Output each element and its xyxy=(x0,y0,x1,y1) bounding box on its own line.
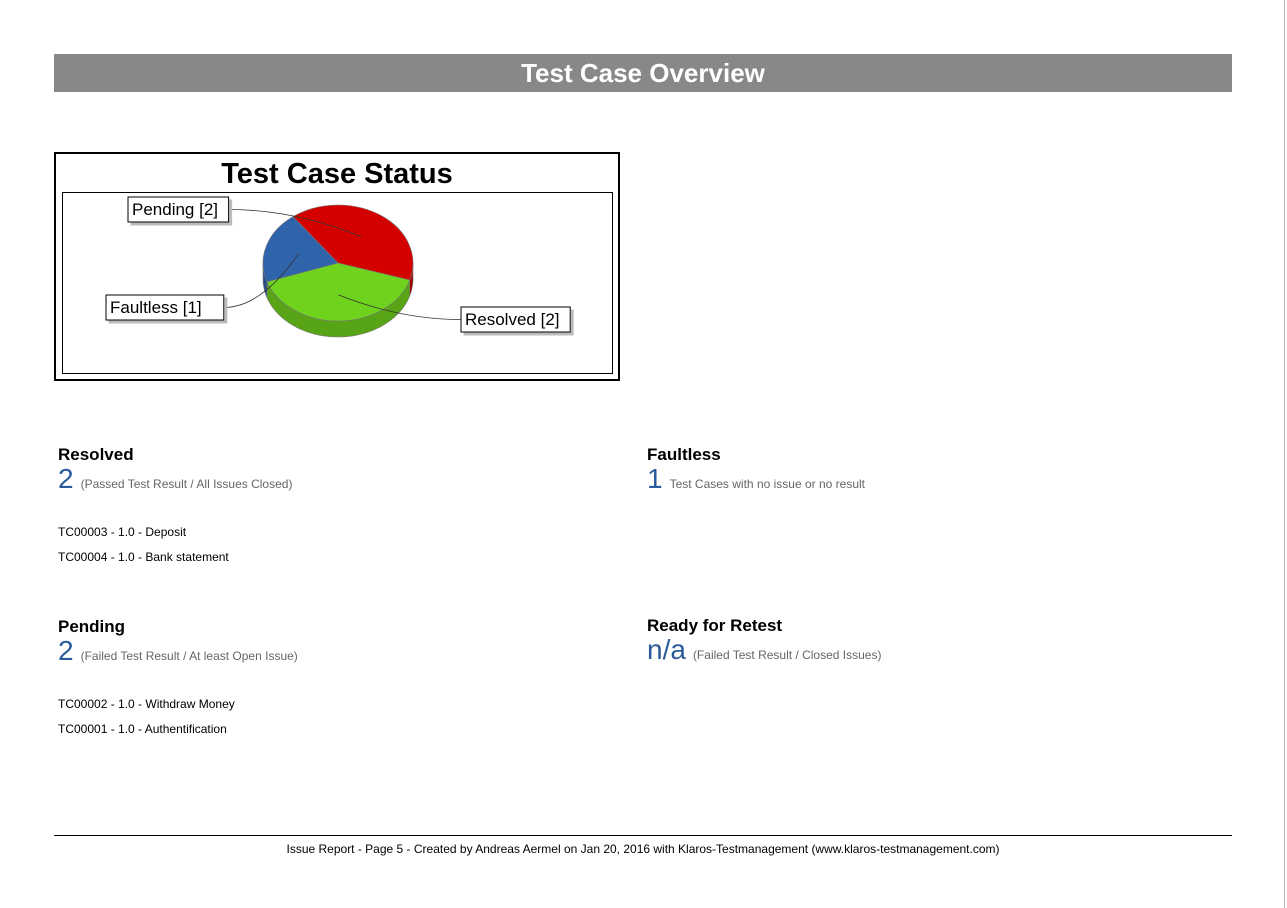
resolved-count: 2 xyxy=(58,463,74,494)
ready-for-retest-description: (Failed Test Result / Closed Issues) xyxy=(692,648,882,662)
faultless-section: Faultless 1 Test Cases with no issue or n… xyxy=(647,445,865,498)
page-title: Test Case Overview xyxy=(54,54,1232,92)
pie-chart: Pending [2] Resolved [2] Faultless [1] xyxy=(105,196,571,338)
page-edge xyxy=(1284,0,1285,908)
resolved-section: Resolved 2 (Passed Test Result / All Issu… xyxy=(58,445,292,498)
footer-divider xyxy=(54,835,1232,836)
list-item: TC00004 - 1.0 - Bank statement xyxy=(58,550,229,564)
pending-section: Pending 2 (Failed Test Result / At least … xyxy=(58,617,298,670)
pending-heading: Pending xyxy=(58,617,126,636)
pie-label-pending: Pending [2] xyxy=(127,196,230,223)
pending-description: (Failed Test Result / At least Open Issu… xyxy=(80,649,298,663)
ready-for-retest-section: Ready for Retest n/a (Failed Test Result … xyxy=(647,616,881,669)
pie-label-resolved: Resolved [2] xyxy=(460,306,571,333)
pie-label-text: Faultless [1] xyxy=(110,298,202,317)
ready-for-retest-heading: Ready for Retest xyxy=(647,616,783,635)
chart-title: Test Case Status xyxy=(221,158,453,190)
resolved-heading: Resolved xyxy=(58,445,134,464)
faultless-count: 1 xyxy=(647,463,663,494)
pending-case-list: TC00002 - 1.0 - Withdraw Money TC00001 -… xyxy=(58,692,235,742)
faultless-heading: Faultless xyxy=(647,445,721,464)
list-item: TC00001 - 1.0 - Authentification xyxy=(58,722,227,736)
chart-plot-area: Pending [2] Resolved [2] Faultless [1] xyxy=(62,192,613,374)
resolved-description: (Passed Test Result / All Issues Closed) xyxy=(80,477,293,491)
footer-text: Issue Report - Page 5 - Created by Andre… xyxy=(286,842,1000,856)
pending-count: 2 xyxy=(58,635,74,666)
list-item: TC00002 - 1.0 - Withdraw Money xyxy=(58,697,235,711)
status-chart: Test Case Status Pending [2] Resolved [2]… xyxy=(54,152,620,381)
pie-label-text: Pending [2] xyxy=(132,200,218,219)
ready-for-retest-count: n/a xyxy=(647,634,686,665)
resolved-case-list: TC00003 - 1.0 - Deposit TC00004 - 1.0 - … xyxy=(58,520,229,570)
faultless-description: Test Cases with no issue or no result xyxy=(669,477,865,491)
pie-label-text: Resolved [2] xyxy=(465,310,560,329)
list-item: TC00003 - 1.0 - Deposit xyxy=(58,525,187,539)
pie-label-faultless: Faultless [1] xyxy=(105,294,225,321)
